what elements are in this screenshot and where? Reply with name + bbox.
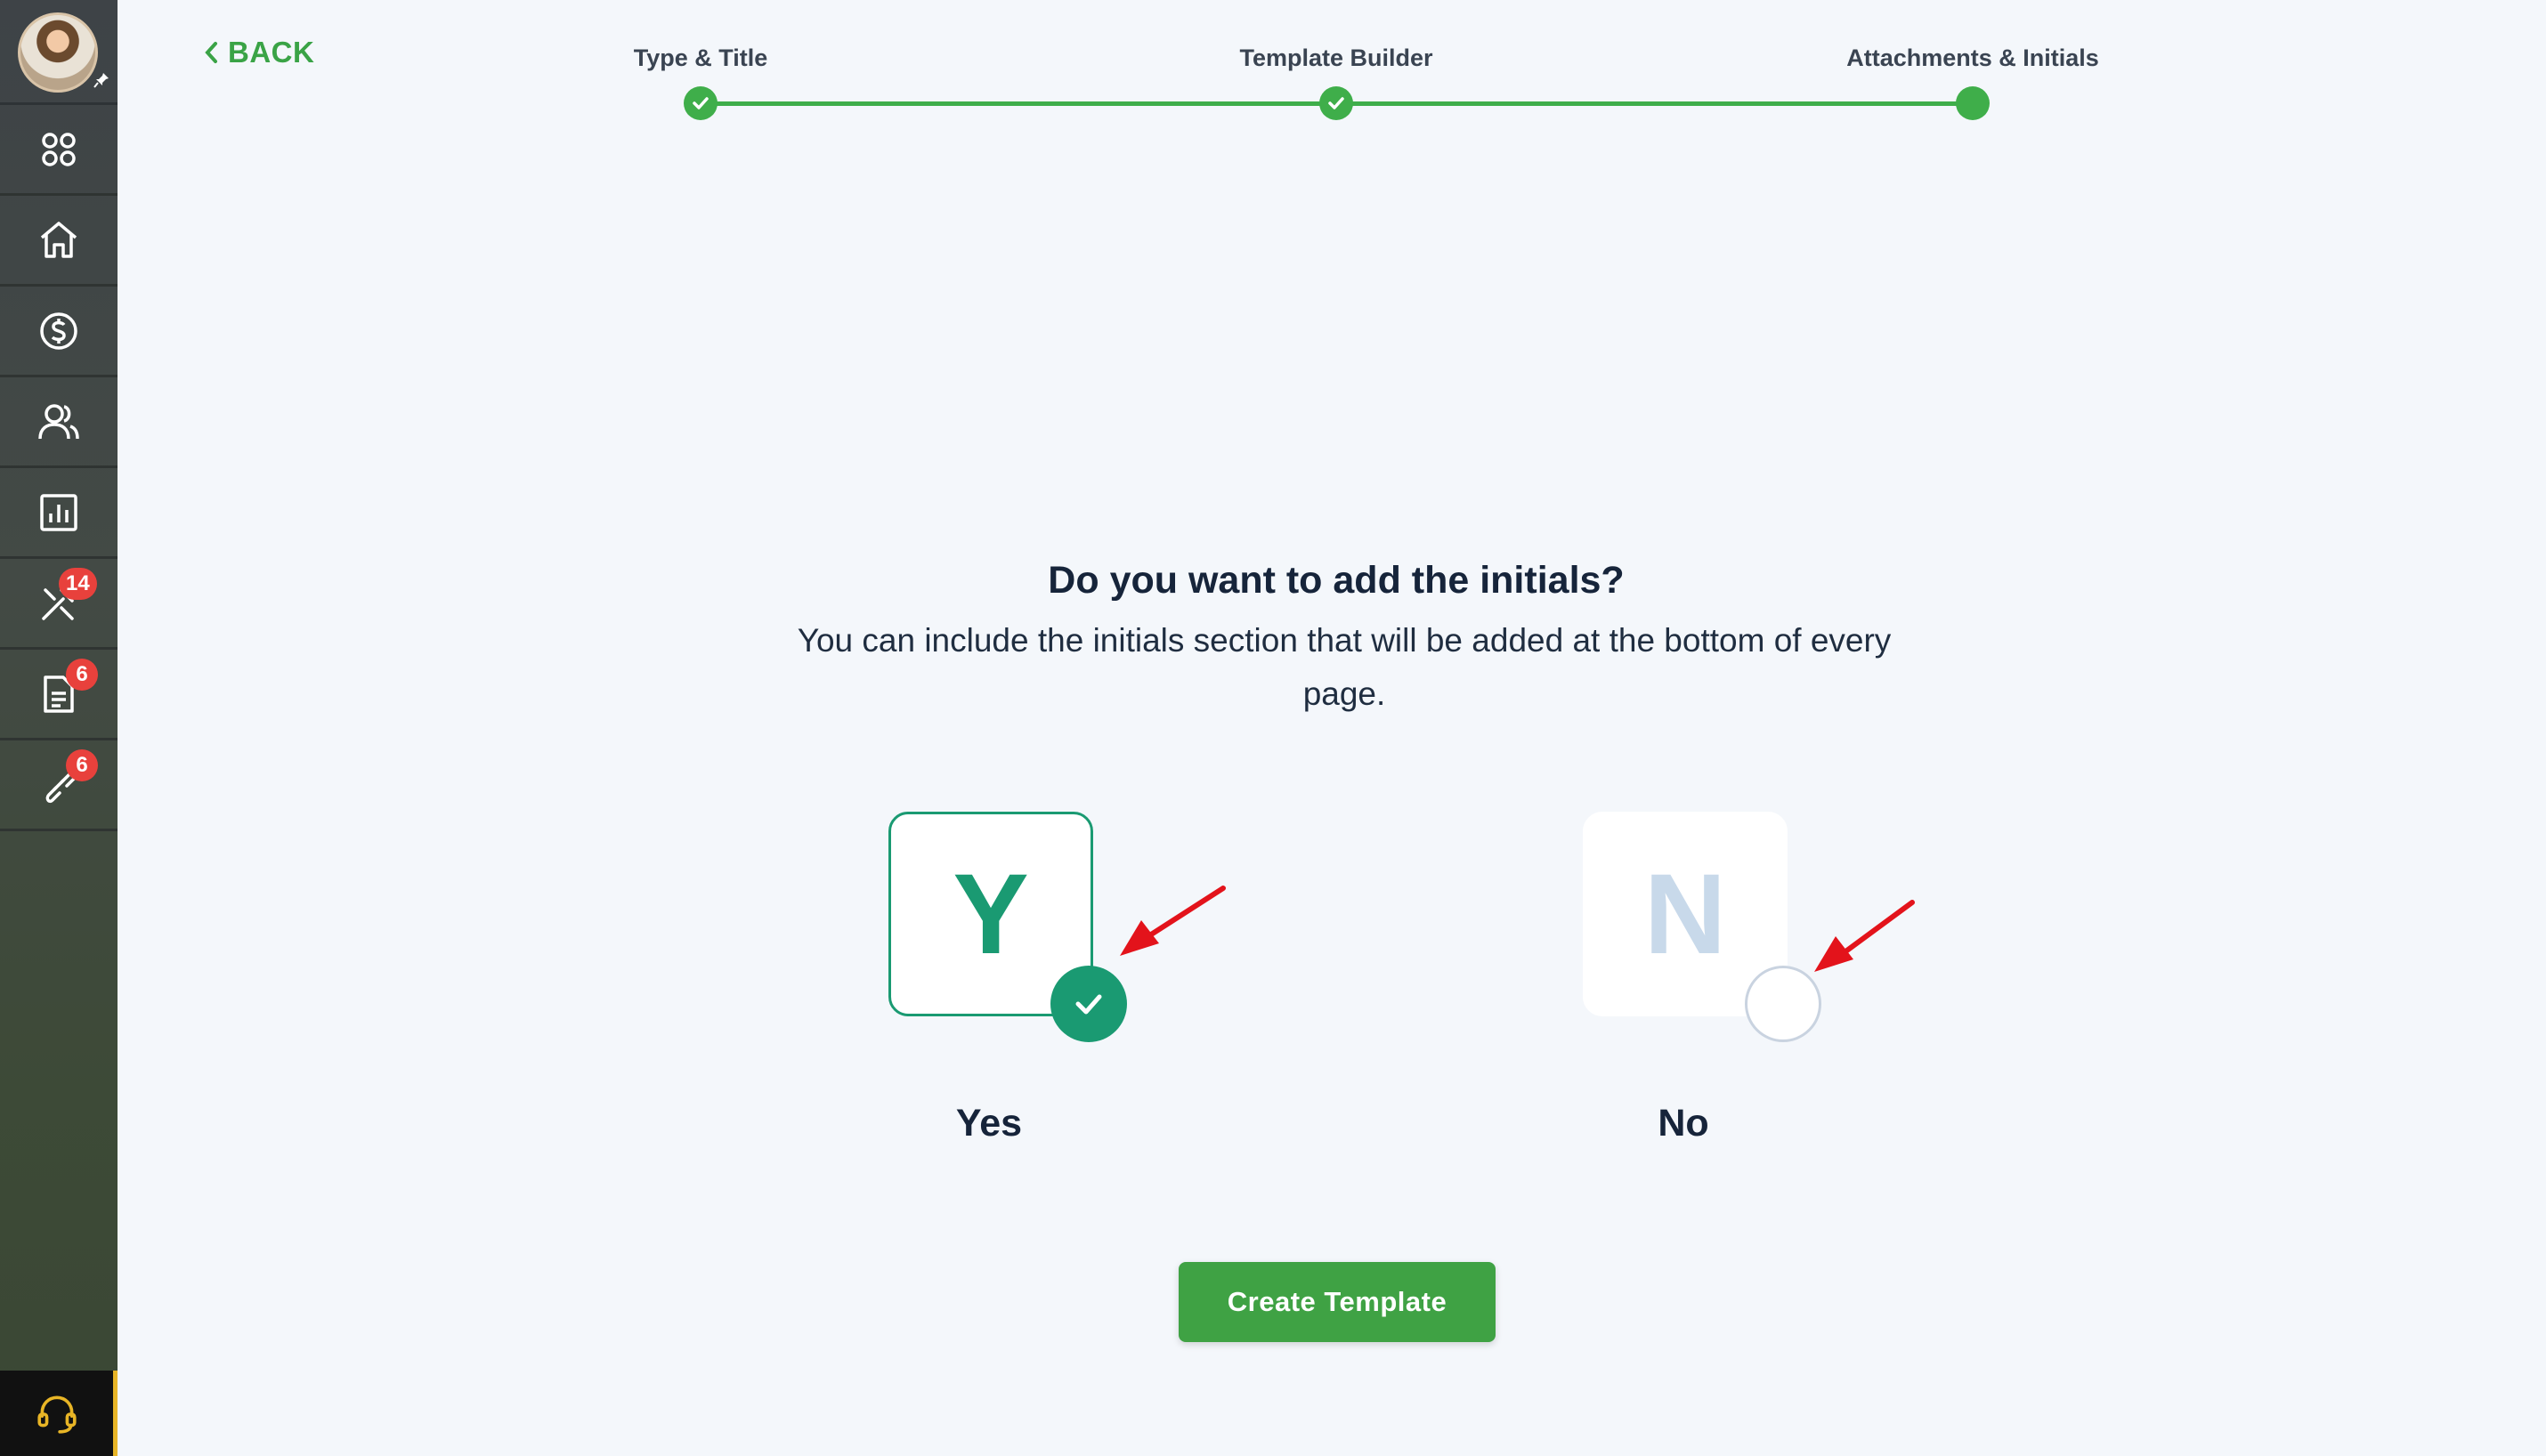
checkmark-icon xyxy=(1328,97,1344,109)
sidebar: 14 6 6 xyxy=(0,0,118,1456)
sidebar-item-reports[interactable] xyxy=(0,468,118,559)
support-button[interactable] xyxy=(0,1371,118,1456)
step-dot-type-title[interactable] xyxy=(684,86,718,120)
headset-icon xyxy=(36,1395,77,1434)
step-dot-template-builder[interactable] xyxy=(1319,86,1353,120)
step-label-template-builder: Template Builder xyxy=(1239,44,1433,71)
option-no-label: No xyxy=(1658,1102,1709,1145)
sidebar-item-finance[interactable] xyxy=(0,287,118,377)
step-label-type-title: Type & Title xyxy=(633,44,768,71)
annotation-arrow-icon xyxy=(1814,900,1915,972)
annotation-arrow-icon xyxy=(1120,886,1226,956)
sidebar-item-tools[interactable]: 14 xyxy=(0,559,118,650)
sidebar-item-home[interactable] xyxy=(0,196,118,287)
option-yes-label: Yes xyxy=(955,1102,1023,1145)
step-connector xyxy=(1336,101,1974,106)
option-yes-radio[interactable] xyxy=(1050,966,1127,1042)
links-badge: 6 xyxy=(66,749,98,781)
step-label-attachments-initials: Attachments & Initials xyxy=(1846,44,2099,71)
create-template-button[interactable]: Create Template xyxy=(1179,1262,1496,1342)
step-connector xyxy=(701,101,1338,106)
dollar-circle-icon xyxy=(40,311,77,350)
sidebar-item-users[interactable] xyxy=(0,377,118,468)
documents-badge: 6 xyxy=(66,659,98,691)
question-subtitle: You can include the initials section tha… xyxy=(797,622,1892,712)
checkmark-icon xyxy=(693,97,709,109)
step-dot-attachments-initials[interactable] xyxy=(1956,86,1990,120)
home-icon xyxy=(40,221,77,258)
question-title: Do you want to add the initials? xyxy=(1048,559,1625,602)
sidebar-item-links[interactable]: 6 xyxy=(0,740,118,831)
checkmark-icon xyxy=(1075,994,1102,1015)
option-no-letter: N xyxy=(1643,850,1727,978)
reports-chart-icon xyxy=(40,493,77,531)
tools-badge: 14 xyxy=(59,568,97,600)
progress-stepper: Type & Title Template Builder Attachment… xyxy=(0,0,2546,142)
option-yes-letter: Y xyxy=(953,850,1029,978)
users-icon xyxy=(38,403,79,439)
sidebar-item-documents[interactable]: 6 xyxy=(0,650,118,740)
